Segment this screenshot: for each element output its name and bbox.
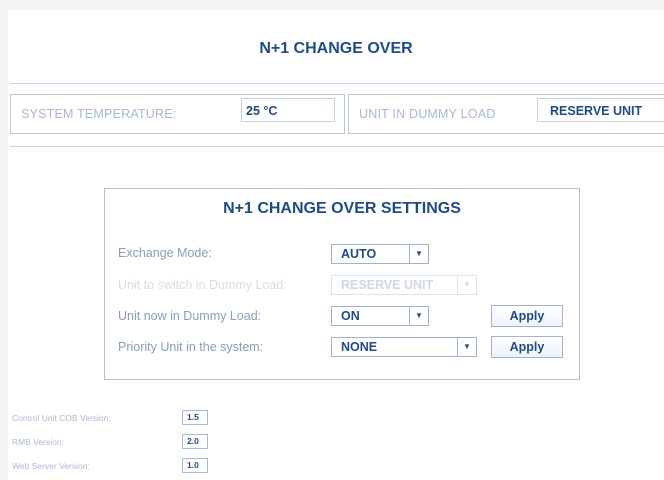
- chevron-down-icon: ▼: [457, 276, 476, 294]
- apply-unit-now-button[interactable]: Apply: [491, 305, 563, 327]
- unit-switch-select: RESERVE UNIT ▼: [331, 275, 477, 295]
- unit-now-select[interactable]: ON ▼: [331, 306, 429, 326]
- priority-select[interactable]: NONE ▼: [331, 337, 477, 357]
- page: N+1 CHANGE OVER SYSTEM TEMPERATURE: 25 °…: [8, 10, 664, 480]
- unit-now-value: ON: [341, 309, 360, 323]
- temperature-value: 25 °C: [241, 98, 335, 122]
- apply-priority-button[interactable]: Apply: [491, 336, 563, 358]
- unit-now-label: Unit now in Dummy Load:: [118, 309, 262, 323]
- exchange-mode-value: AUTO: [341, 247, 377, 261]
- status-bar: SYSTEM TEMPERATURE: 25 °C UNIT IN DUMMY …: [10, 83, 664, 147]
- temperature-panel: SYSTEM TEMPERATURE: 25 °C: [10, 94, 345, 134]
- exchange-mode-label: Exchange Mode:: [118, 246, 212, 260]
- rmb-version-value: 2.0: [182, 434, 208, 449]
- web-version-value: 1.0: [182, 458, 208, 473]
- unit-switch-label: Unit to switch in Dummy Load:: [118, 278, 287, 292]
- chevron-down-icon: ▼: [457, 338, 476, 356]
- chevron-down-icon: ▼: [409, 245, 428, 263]
- dummy-load-value: RESERVE UNIT: [537, 98, 664, 122]
- priority-value: NONE: [341, 340, 378, 354]
- settings-panel: N+1 CHANGE OVER SETTINGS Exchange Mode: …: [104, 188, 580, 380]
- temperature-label: SYSTEM TEMPERATURE:: [21, 107, 177, 121]
- chevron-down-icon: ▼: [409, 307, 428, 325]
- priority-label: Priority Unit in the system:: [118, 340, 264, 354]
- cob-version-value: 1.5: [182, 410, 208, 425]
- dummy-load-label: UNIT IN DUMMY LOAD: [359, 107, 496, 121]
- web-version-label: Web Server Version:: [12, 461, 90, 471]
- cob-version-label: Control Unit COB Version:: [12, 413, 111, 423]
- unit-switch-value: RESERVE UNIT: [341, 278, 434, 292]
- rmb-version-label: RMB Version:: [12, 437, 64, 447]
- dummy-load-panel: UNIT IN DUMMY LOAD RESERVE UNIT: [348, 94, 664, 134]
- exchange-mode-select[interactable]: AUTO ▼: [331, 244, 429, 264]
- page-title: N+1 CHANGE OVER: [259, 40, 413, 57]
- settings-title: N+1 CHANGE OVER SETTINGS: [223, 200, 461, 217]
